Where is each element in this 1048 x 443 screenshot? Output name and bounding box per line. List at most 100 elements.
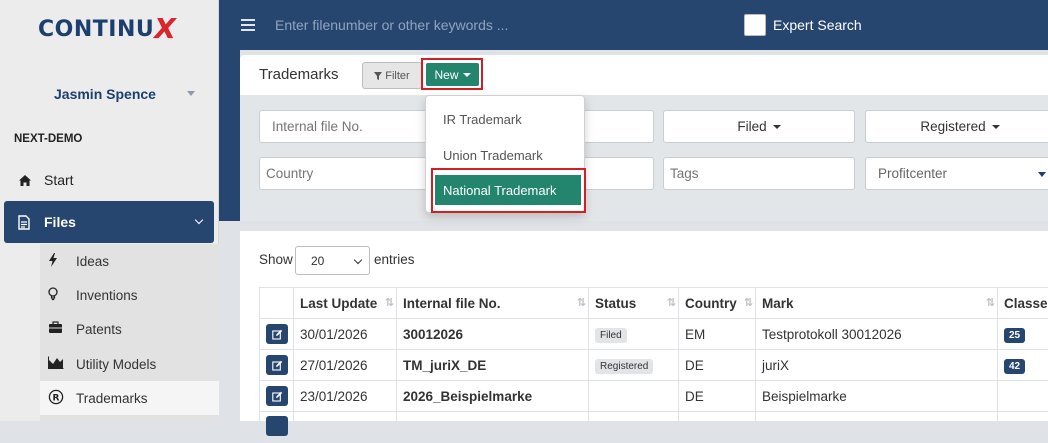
new-dropdown-menu: IR Trademark Union Trademark National Tr… (425, 95, 585, 213)
tags-input[interactable] (663, 157, 855, 190)
col-country[interactable]: Country⇅ (679, 288, 756, 319)
chart-icon (48, 356, 66, 372)
logo[interactable]: CONTINUX (38, 10, 176, 43)
sidebar-item-label: Files (44, 214, 76, 230)
lightbulb-icon (48, 287, 66, 304)
class-badge: 42 (1004, 359, 1025, 374)
cell-mark: Testprotokoll 30012026 (756, 319, 998, 350)
caret-down-icon (773, 125, 781, 129)
registered-label: Registered (920, 119, 985, 134)
table-card: Show 20 entries Last Update⇅ Internal fi… (240, 231, 1048, 421)
table-row[interactable]: 30/01/2026 30012026 Filed EM Testprotoko… (260, 319, 1048, 350)
filter-icon (374, 72, 382, 80)
caret-down-icon (187, 91, 195, 96)
svg-text:R: R (53, 393, 60, 403)
briefcase-icon (48, 321, 66, 337)
caret-down-icon (1038, 172, 1046, 177)
col-status[interactable]: Status⇅ (589, 288, 679, 319)
cell-internal-file[interactable]: 2026_Beispielmarke (397, 381, 589, 412)
home-icon (17, 172, 33, 188)
section-label: NEXT-DEMO (14, 133, 82, 145)
registered-icon: R (48, 389, 66, 408)
filter-button-label: Filter (385, 70, 409, 82)
table-row[interactable] (260, 412, 1048, 443)
cell-mark: juriX (756, 350, 998, 381)
chevron-down-icon (354, 256, 362, 264)
sidebar-item-ideas[interactable]: Ideas (40, 244, 219, 278)
entries-label: entries (374, 252, 415, 267)
show-label: Show (259, 252, 293, 267)
sidebar-item-label: Ideas (76, 254, 109, 269)
menu-item-ir-trademark[interactable]: IR Trademark (443, 112, 522, 127)
entries-select[interactable]: 20 (295, 246, 370, 275)
cell-country: EM (679, 319, 756, 350)
sort-icon: ⇅ (667, 296, 674, 309)
col-classes[interactable]: Classes (998, 288, 1048, 319)
sidebar-item-label: Trademarks (76, 391, 148, 406)
sidebar-item-start[interactable]: Start (0, 164, 219, 196)
col-mark[interactable]: Mark⇅ (756, 288, 998, 319)
edit-icon[interactable] (266, 324, 288, 344)
filter-button[interactable]: Filter (362, 62, 422, 89)
sidebar-item-trademarks[interactable]: R Trademarks (40, 381, 219, 415)
page-title: Trademarks (259, 66, 338, 83)
status-badge: Registered (595, 359, 653, 374)
caret-down-icon (992, 125, 1000, 129)
content-backdrop (219, 50, 240, 221)
filed-dropdown[interactable]: Filed (663, 110, 855, 143)
sidebar-item-label: Utility Models (76, 357, 156, 372)
registered-dropdown[interactable]: Registered (865, 110, 1048, 143)
cell-last-update: 23/01/2026 (294, 381, 397, 412)
cell-classes: 42 (998, 350, 1048, 381)
sort-desc-icon: ⇅ (385, 296, 392, 309)
cell-internal-file[interactable]: TM_juriX_DE (397, 350, 589, 381)
edit-icon[interactable] (266, 416, 288, 436)
expert-search-checkbox[interactable] (744, 14, 766, 36)
sidebar-item-label: Inventions (76, 288, 138, 303)
sidebar-item-utility-models[interactable]: Utility Models (40, 347, 219, 381)
sidebar-item-patents[interactable]: Patents (40, 312, 219, 346)
sort-icon: ⇅ (577, 296, 584, 309)
topbar: Expert Search (219, 0, 1048, 50)
chevron-down-icon (195, 216, 203, 224)
sort-icon: ⇅ (744, 296, 751, 309)
new-button[interactable]: New (426, 63, 479, 86)
menu-item-national-trademark[interactable]: National Trademark (435, 175, 581, 205)
class-badge: 25 (1004, 328, 1025, 343)
col-internal-file[interactable]: Internal file No.⇅ (397, 288, 589, 319)
trademarks-table: Last Update⇅ Internal file No.⇅ Status⇅ … (259, 287, 1048, 443)
cell-status (589, 381, 679, 412)
edit-icon[interactable] (266, 355, 288, 375)
cell-country: DE (679, 350, 756, 381)
cell-mark: Beispielmarke (756, 381, 998, 412)
table-row[interactable]: 23/01/2026 2026_Beispielmarke DE Beispie… (260, 381, 1048, 412)
edit-icon[interactable] (266, 386, 288, 406)
expert-search-label: Expert Search (773, 17, 862, 33)
filed-label: Filed (737, 119, 766, 134)
sort-icon: ⇅ (986, 296, 993, 309)
col-actions (260, 288, 294, 319)
entries-value: 20 (311, 254, 324, 268)
sidebar-item-files[interactable]: Files (4, 201, 214, 243)
status-badge: Filed (595, 328, 627, 343)
hamburger-menu-icon[interactable] (241, 19, 255, 31)
profitcenter-select[interactable]: Profitcenter (865, 157, 1048, 190)
table-row[interactable]: 27/01/2026 TM_juriX_DE Registered DE jur… (260, 350, 1048, 381)
cell-last-update: 30/01/2026 (294, 319, 397, 350)
cell-internal-file[interactable]: 30012026 (397, 319, 589, 350)
sidebar-item-label: Start (44, 172, 74, 188)
cell-status: Registered (589, 350, 679, 381)
search-input[interactable] (275, 14, 675, 36)
cell-classes: 25 (998, 319, 1048, 350)
user-menu[interactable]: Jasmin Spence (0, 85, 219, 105)
sidebar-item-label: Patents (76, 322, 122, 337)
user-name: Jasmin Spence (54, 86, 156, 102)
sidebar-item-inventions[interactable]: Inventions (40, 278, 219, 312)
profitcenter-label: Profitcenter (878, 166, 947, 181)
new-button-label: New (434, 68, 458, 82)
col-last-update[interactable]: Last Update⇅ (294, 288, 397, 319)
table-header-row: Last Update⇅ Internal file No.⇅ Status⇅ … (260, 288, 1048, 319)
menu-item-union-trademark[interactable]: Union Trademark (443, 148, 543, 163)
filter-panel: Filed Registered Profitcenter (240, 95, 1048, 221)
cell-country: DE (679, 381, 756, 412)
